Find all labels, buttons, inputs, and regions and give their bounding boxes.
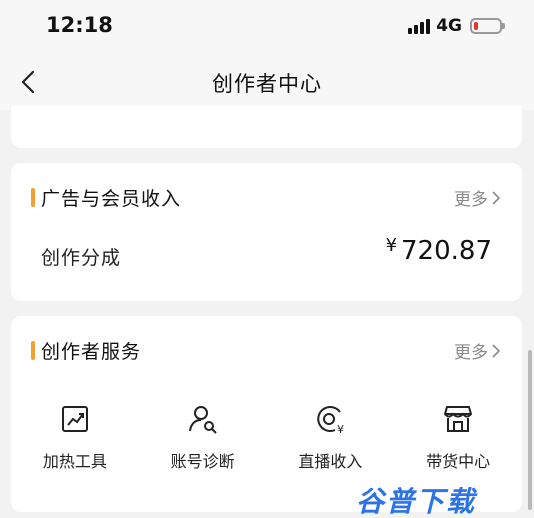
stats-card (11, 106, 522, 148)
chevron-right-icon (492, 343, 500, 358)
services-header: 创作者服务 (31, 337, 141, 364)
ad-income-header: 广告与会员收入 (31, 184, 181, 211)
chevron-right-icon (492, 190, 500, 205)
live-income-icon: ¥ (317, 405, 344, 436)
service-label: 账号诊断 (170, 452, 235, 471)
service-boost-tools[interactable]: 加热工具 (11, 402, 139, 472)
svg-text:¥: ¥ (337, 423, 344, 436)
user-search-icon (188, 406, 217, 434)
service-commerce-center[interactable]: 带货中心 (394, 402, 522, 472)
services-more-link[interactable]: 更多 (454, 338, 500, 363)
watermark: 谷普下载 (355, 485, 476, 518)
ad-income-card: 广告与会员收入 更多 创作分成 ¥720.87 (11, 163, 522, 301)
more-label: 更多 (454, 190, 488, 210)
service-label: 加热工具 (42, 452, 107, 471)
amount-value: 720.87 (401, 236, 492, 266)
shop-icon (444, 406, 473, 432)
revenue-share-amount[interactable]: ¥720.87 (386, 235, 492, 266)
page-title: 创作者中心 (212, 72, 322, 96)
service-live-income[interactable]: ¥ 直播收入 (267, 402, 395, 472)
status-time: 12:18 (46, 13, 113, 37)
accent-bar (31, 188, 35, 207)
ad-income-more-link[interactable]: 更多 (454, 185, 500, 210)
revenue-share-label: 创作分成 (41, 247, 122, 269)
more-label: 更多 (454, 343, 488, 363)
status-icons: 4G (408, 14, 505, 38)
ad-income-title: 广告与会员收入 (41, 188, 182, 210)
signal-icon (408, 18, 431, 34)
network-type: 4G (436, 16, 462, 36)
services-title: 创作者服务 (41, 341, 142, 363)
accent-bar (31, 341, 35, 360)
services-grid: 加热工具 账号诊断 ¥ 直播收入 带货中心 (11, 402, 522, 472)
service-account-diagnosis[interactable]: 账号诊断 (139, 402, 267, 472)
service-label: 带货中心 (426, 452, 491, 471)
top-bar: 12:18 4G 创作者中心 (0, 0, 534, 110)
trend-chart-icon (61, 406, 88, 432)
scrollbar[interactable] (528, 350, 532, 510)
battery-icon (470, 18, 505, 34)
currency-symbol: ¥ (385, 235, 398, 256)
service-label: 直播收入 (298, 452, 363, 471)
